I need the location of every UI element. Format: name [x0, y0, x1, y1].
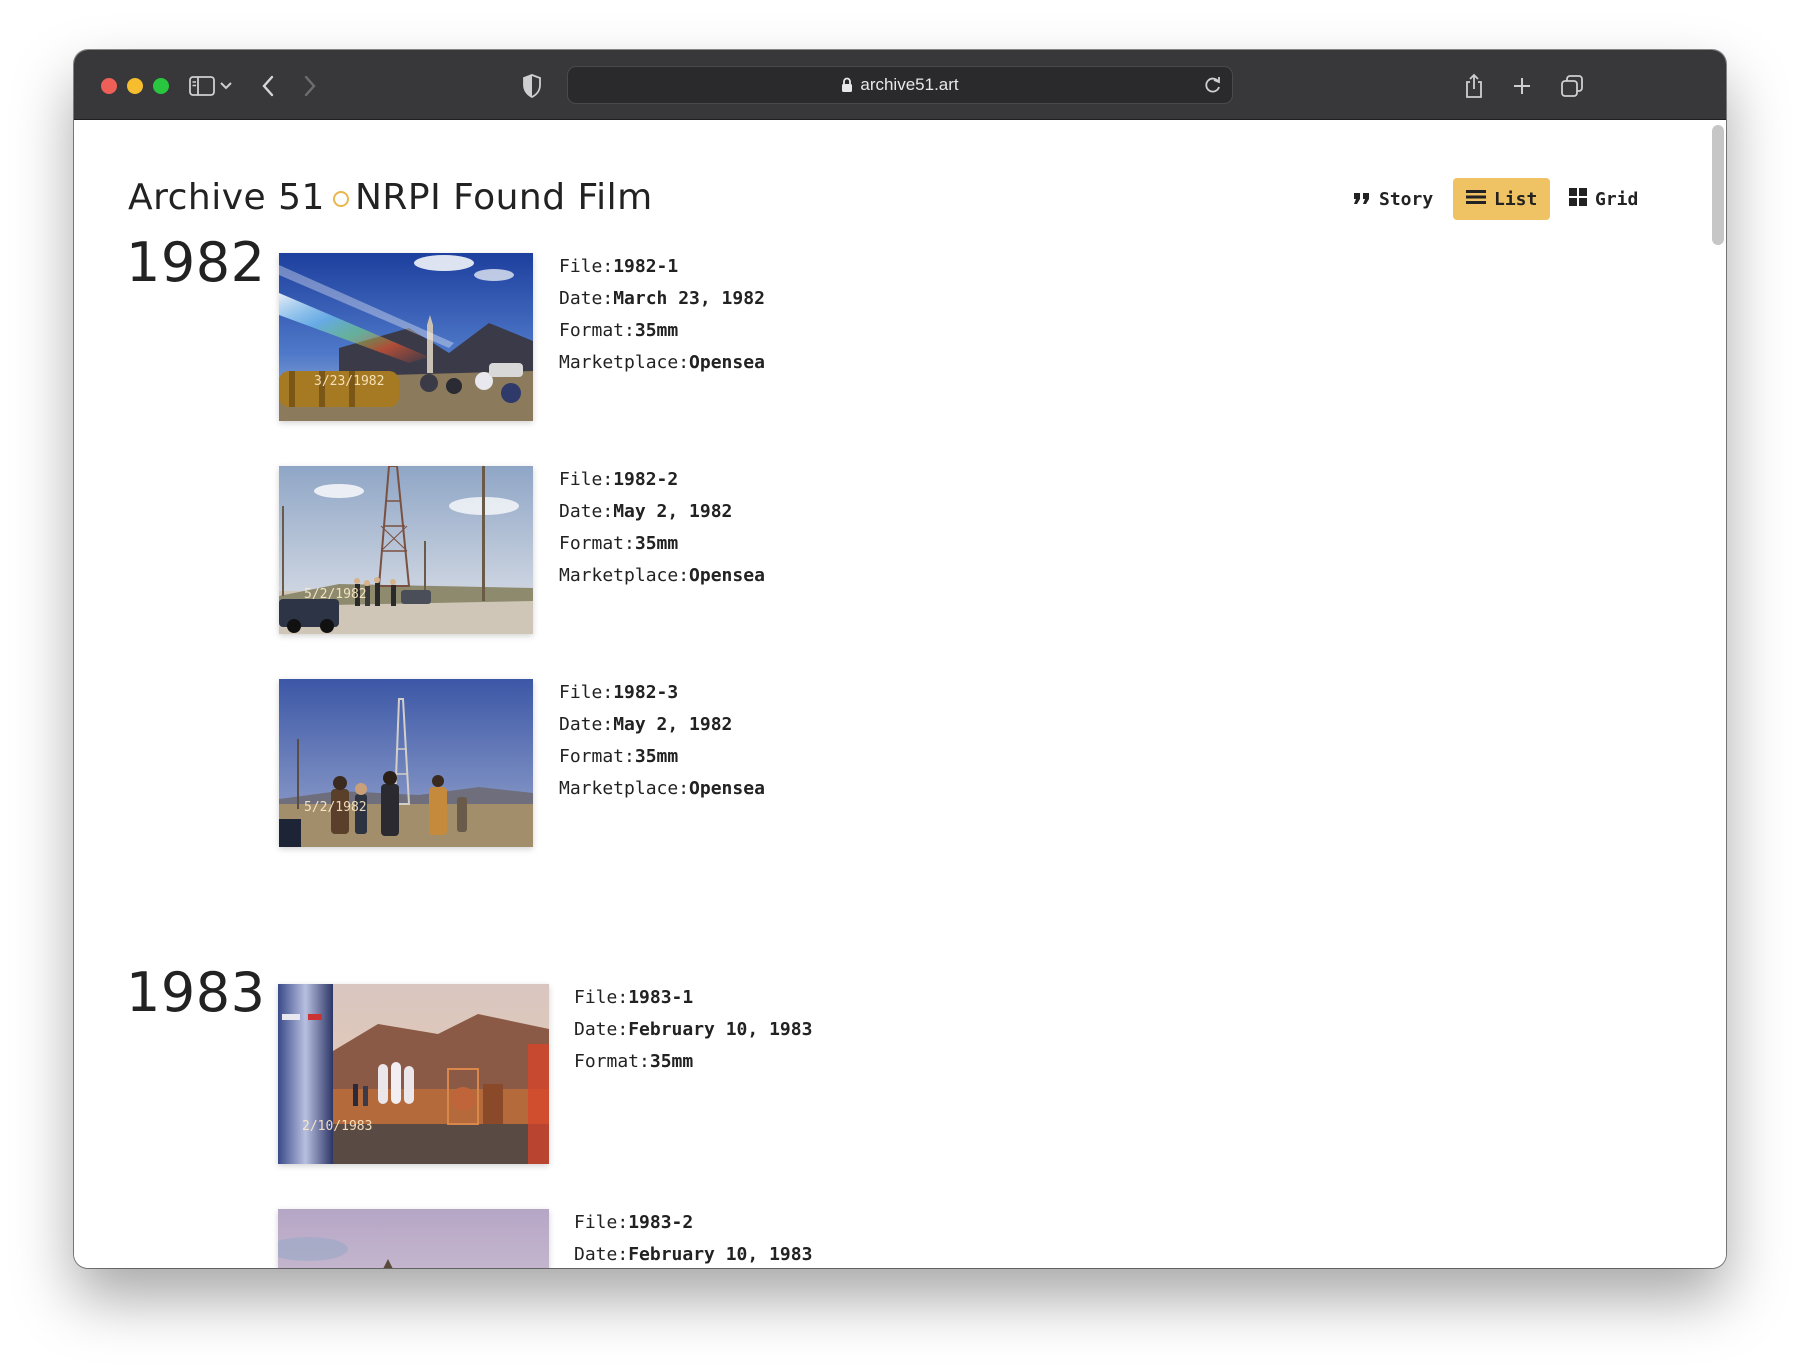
file-label: File:: [574, 1212, 629, 1233]
format-value: 35mm: [649, 1051, 694, 1072]
marketplace-value[interactable]: Opensea: [689, 352, 765, 373]
browser-toolbar: archive51.art: [74, 50, 1726, 120]
marketplace-label: Marketplace:: [559, 565, 690, 586]
forward-icon[interactable]: [296, 72, 324, 100]
year-heading: 1983: [126, 961, 266, 1024]
grid-icon: [1569, 187, 1587, 211]
site-title[interactable]: Archive 51 NRPI Found Film: [128, 177, 653, 218]
file-value: 1982-2: [613, 469, 679, 490]
marketplace-value[interactable]: Opensea: [689, 778, 765, 799]
browser-window: archive51.art Archive 51 NRPI Found Film…: [74, 50, 1726, 1268]
film-meta-1982-1: File:1982-1 Date:March 23, 1982 Format:3…: [559, 251, 765, 379]
nav-list-button[interactable]: List: [1453, 178, 1551, 220]
privacy-shield-icon[interactable]: [518, 72, 546, 100]
sidebar-toggle-icon[interactable]: [188, 72, 216, 100]
date-value: February 10, 1983: [628, 1019, 813, 1040]
minimize-window-button[interactable]: [127, 78, 143, 94]
format-label: Format:: [559, 746, 635, 767]
scrollbar[interactable]: [1712, 125, 1724, 245]
film-photo-1982-3[interactable]: 5/2/1982: [279, 679, 533, 847]
film-photo-1983-1[interactable]: 2/10/1983: [278, 984, 549, 1164]
file-value: 1983-1: [628, 987, 694, 1008]
photo-date-stamp: 2/10/1983: [302, 1119, 373, 1134]
film-meta-1983-2: File:1983-2 Date:February 10, 1983: [574, 1207, 812, 1268]
address-bar[interactable]: archive51.art: [567, 66, 1233, 104]
format-value: 35mm: [634, 533, 679, 554]
marketplace-label: Marketplace:: [559, 778, 690, 799]
nav-story-button[interactable]: Story: [1340, 178, 1446, 220]
photo-date-stamp: 3/23/1982: [314, 374, 385, 389]
format-label: Format:: [574, 1051, 650, 1072]
file-value: 1982-1: [613, 256, 679, 277]
date-label: Date:: [559, 501, 614, 522]
film-meta-1982-2: File:1982-2 Date:May 2, 1982 Format:35mm…: [559, 464, 765, 592]
format-value: 35mm: [634, 746, 679, 767]
share-icon[interactable]: [1460, 72, 1488, 100]
date-label: Date:: [574, 1019, 629, 1040]
site-title-main: Archive 51: [128, 177, 325, 218]
film-meta-1983-1: File:1983-1 Date:February 10, 1983 Forma…: [574, 982, 812, 1078]
nav-grid-button[interactable]: Grid: [1556, 178, 1651, 220]
zoom-window-button[interactable]: [153, 78, 169, 94]
date-label: Date:: [574, 1244, 629, 1265]
film-photo-1983-2[interactable]: [278, 1209, 549, 1268]
reload-icon[interactable]: [1204, 75, 1222, 100]
date-value: May 2, 1982: [613, 501, 733, 522]
format-label: Format:: [559, 320, 635, 341]
film-meta-1982-3: File:1982-3 Date:May 2, 1982 Format:35mm…: [559, 677, 765, 805]
new-tab-icon[interactable]: [1508, 72, 1536, 100]
file-label: File:: [559, 469, 614, 490]
file-label: File:: [574, 987, 629, 1008]
nav-story-label: Story: [1379, 188, 1434, 210]
nav-list-label: List: [1494, 188, 1538, 210]
date-label: Date:: [559, 714, 614, 735]
format-label: Format:: [559, 533, 635, 554]
marketplace-label: Marketplace:: [559, 352, 690, 373]
marketplace-value[interactable]: Opensea: [689, 565, 765, 586]
lock-icon: [841, 77, 853, 93]
nav-grid-label: Grid: [1595, 188, 1639, 210]
tab-overview-icon[interactable]: [1558, 72, 1586, 100]
chevron-down-icon[interactable]: [216, 72, 236, 100]
site-title-sub: NRPI Found Film: [354, 177, 653, 218]
photo-date-stamp: 5/2/1982: [304, 587, 367, 602]
date-value: February 10, 1983: [628, 1244, 813, 1265]
address-url: archive51.art: [860, 75, 959, 94]
quote-icon: [1353, 189, 1371, 210]
list-icon: [1466, 189, 1486, 210]
circle-icon: [332, 190, 349, 207]
file-value: 1982-3: [613, 682, 679, 703]
film-photo-1982-2[interactable]: 5/2/1982: [279, 466, 533, 634]
file-label: File:: [559, 256, 614, 277]
format-value: 35mm: [634, 320, 679, 341]
photo-date-stamp: 5/2/1982: [304, 800, 367, 815]
year-heading: 1982: [126, 231, 266, 294]
date-value: May 2, 1982: [613, 714, 733, 735]
date-label: Date:: [559, 288, 614, 309]
date-value: March 23, 1982: [613, 288, 765, 309]
film-photo-1982-1[interactable]: 3/23/1982: [279, 253, 533, 421]
back-icon[interactable]: [254, 72, 282, 100]
page-content: Archive 51 NRPI Found Film Story List Gr…: [74, 121, 1726, 1268]
close-window-button[interactable]: [101, 78, 117, 94]
file-value: 1983-2: [628, 1212, 694, 1233]
file-label: File:: [559, 682, 614, 703]
